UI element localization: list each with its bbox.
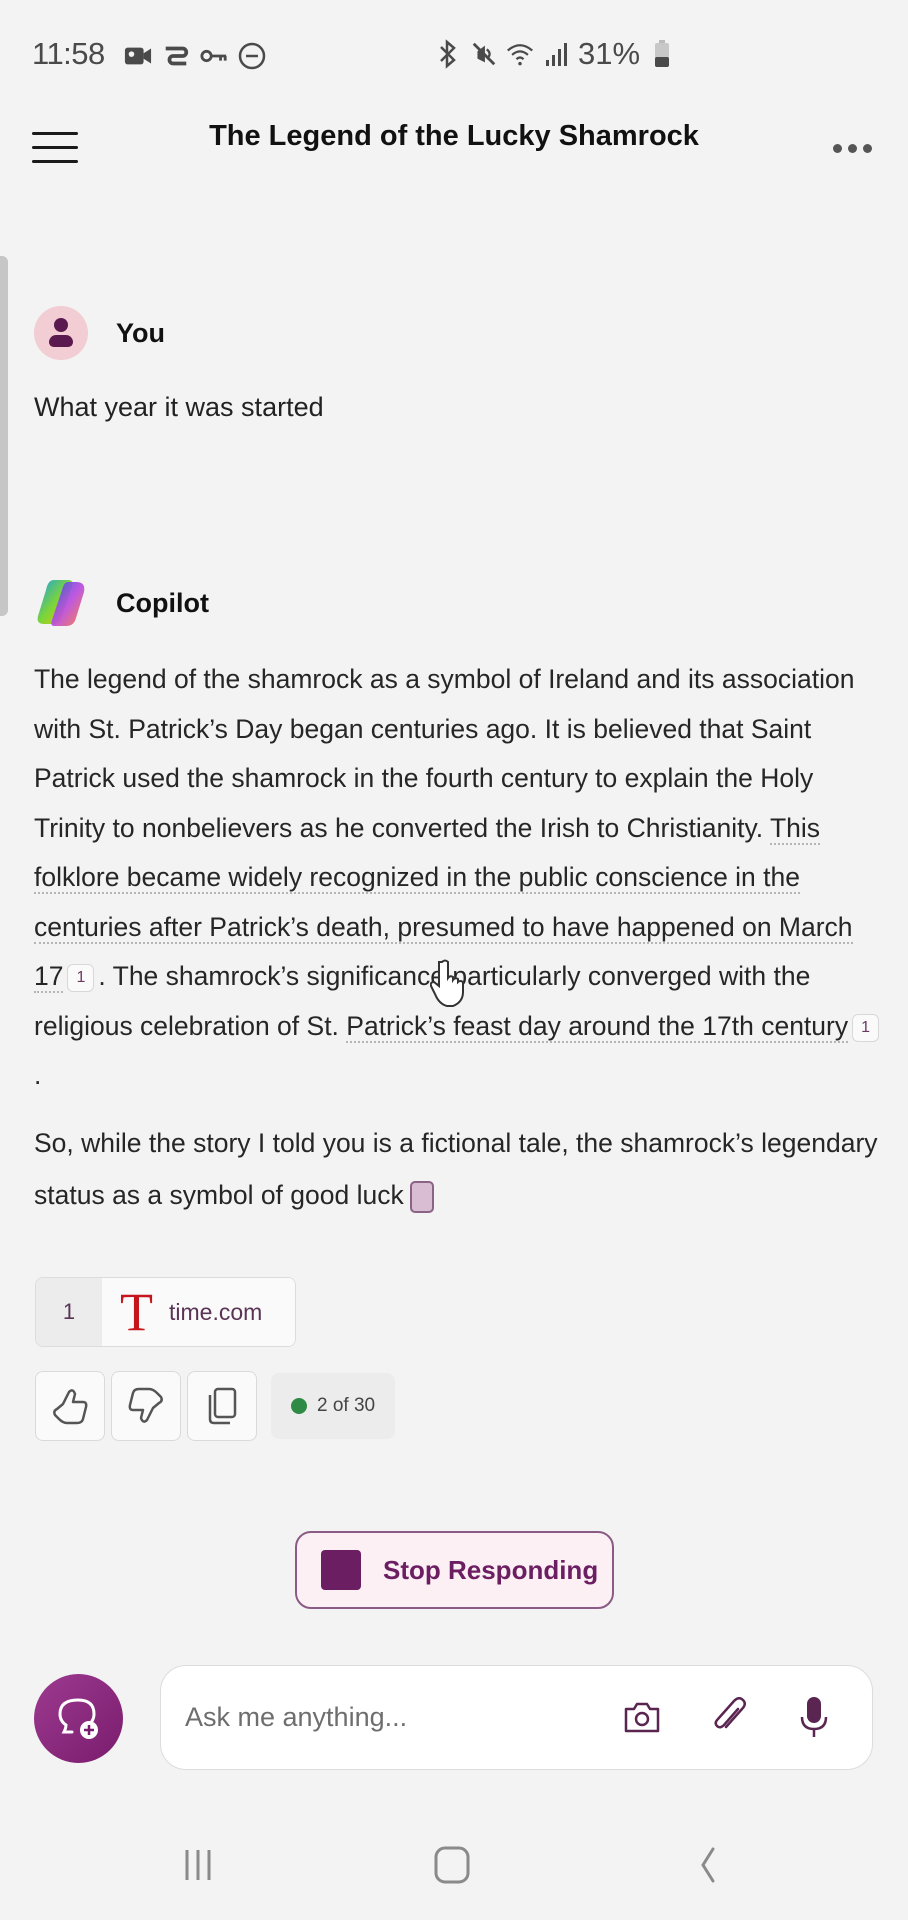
wifi-icon <box>506 40 534 68</box>
turn-counter: 2 of 30 <box>317 1395 376 1416</box>
microphone-button[interactable] <box>791 1694 837 1740</box>
bluetooth-icon <box>434 39 462 69</box>
user-sender-name: You <box>116 317 165 348</box>
dislike-button[interactable] <box>111 1371 181 1441</box>
user-message-text: What year it was started <box>34 392 324 422</box>
camera-button[interactable] <box>619 1694 665 1740</box>
signal-icon <box>542 40 570 68</box>
stop-responding-button[interactable]: Stop Responding <box>295 1531 614 1609</box>
turn-counter-badge: 2 of 30 <box>271 1373 396 1439</box>
thumbs-up-icon <box>53 1389 88 1425</box>
copilot-message-header: Copilot <box>34 576 209 630</box>
status-bar: 11:58 31% <box>0 0 908 110</box>
new-chat-icon <box>57 1698 98 1739</box>
source-domain: time.com <box>169 1298 263 1325</box>
citation-chip[interactable]: 1 <box>67 964 95 992</box>
copilot-answer-paragraph: The legend of the shamrock as a symbol o… <box>34 655 884 1101</box>
battery-percent: 31% <box>578 36 641 71</box>
page-title: The Legend of the Lucky Shamrock <box>209 120 699 152</box>
thumbs-down-icon <box>128 1387 163 1423</box>
paperclip-icon <box>714 1697 746 1729</box>
stop-icon <box>321 1550 361 1590</box>
hand-cursor-icon <box>430 959 464 1007</box>
more-options-button[interactable] <box>833 144 872 153</box>
video-record-icon <box>124 42 152 70</box>
microphone-icon <box>800 1697 828 1737</box>
source-card[interactable]: 1 T time.com <box>35 1277 296 1347</box>
cast-icon <box>162 42 190 70</box>
system-nav-bar <box>0 1830 908 1900</box>
back-button[interactable] <box>677 1840 737 1890</box>
user-avatar <box>34 306 88 360</box>
more-horizontal-icon <box>833 144 842 153</box>
source-number: 1 <box>36 1278 102 1346</box>
status-dot <box>291 1398 307 1414</box>
typing-indicator <box>409 1181 434 1213</box>
status-time: 11:58 <box>32 36 105 71</box>
new-chat-button[interactable] <box>34 1674 123 1763</box>
stop-responding-label: Stop Responding <box>383 1554 599 1585</box>
recent-apps-button[interactable] <box>168 1840 228 1890</box>
back-icon <box>701 1847 715 1883</box>
vpn-key-icon <box>200 42 228 70</box>
scrollbar-thumb[interactable] <box>0 256 8 616</box>
cited-passage[interactable]: Patrick’s feast day around the 17th cent… <box>346 1010 849 1043</box>
app-header: The Legend of the Lucky Shamrock <box>0 110 908 180</box>
home-icon <box>434 1846 470 1884</box>
copilot-sender-name: Copilot <box>116 587 209 618</box>
mute-icon <box>470 40 498 68</box>
citation-chip[interactable]: 1 <box>852 1013 880 1042</box>
copy-button[interactable] <box>187 1371 257 1441</box>
chat-input[interactable] <box>185 1694 605 1740</box>
user-icon <box>54 318 68 332</box>
recent-apps-icon <box>185 1850 211 1880</box>
attach-button[interactable] <box>705 1694 751 1740</box>
feedback-row: 2 of 30 <box>35 1371 396 1441</box>
copy-icon <box>208 1387 237 1425</box>
like-button[interactable] <box>35 1371 105 1441</box>
do-not-disturb-icon <box>238 42 266 70</box>
time-logo-icon: T <box>120 1282 153 1342</box>
home-button[interactable] <box>422 1840 482 1890</box>
battery-icon <box>648 40 676 68</box>
copilot-logo-icon <box>37 580 85 626</box>
camera-icon <box>624 1702 660 1733</box>
copilot-answer-paragraph-2: So, while the story I told you is a fict… <box>34 1117 884 1221</box>
user-message-header: You <box>34 306 165 360</box>
chat-input-box <box>160 1665 873 1770</box>
